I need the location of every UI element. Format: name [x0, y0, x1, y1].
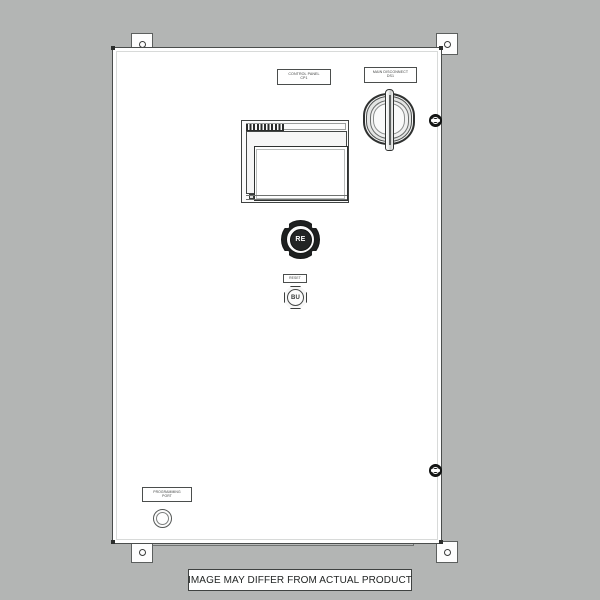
quarter-turn-latch-bottom[interactable] — [429, 464, 442, 477]
selector-notch-bottom-right — [312, 251, 321, 260]
quarter-turn-latch-top[interactable] — [429, 114, 442, 127]
nameplate-reset-line1: RESET — [289, 275, 301, 280]
product-drawing-canvas: CONTROL PANEL CP1 MAIN DISCONNECT DS1 RE… — [0, 0, 600, 600]
latch-inner-disc-icon — [432, 117, 439, 124]
datum-dot-top-left — [111, 46, 115, 50]
datum-dot-bottom-left — [111, 540, 115, 544]
disclaimer-caption-text: IMAGE MAY DIFFER FROM ACTUAL PRODUCT — [188, 574, 412, 586]
datum-dot-top-right — [439, 46, 443, 50]
programming-port-inner-ring — [156, 512, 169, 525]
selector-label: RE — [295, 236, 306, 243]
disconnect-lever-handle[interactable] — [384, 89, 394, 151]
nameplate-control-panel: CONTROL PANEL CP1 — [277, 69, 331, 85]
nameplate-main-disconnect-line2: DS1 — [386, 74, 395, 78]
datum-dot-bottom-right — [439, 540, 443, 544]
nameplate-reset: RESET — [283, 274, 307, 283]
nameplate-programming-port-line2: PORT — [162, 493, 172, 498]
hmi-touchscreen[interactable] — [241, 120, 349, 203]
programming-port[interactable] — [153, 509, 172, 528]
bracket-hole-icon — [443, 548, 451, 556]
hmi-screen[interactable] — [253, 146, 348, 201]
hmi-screen-inner-edge — [256, 148, 345, 199]
enclosure-door: CONTROL PANEL CP1 MAIN DISCONNECT DS1 RE… — [112, 47, 442, 544]
nameplate-main-disconnect: MAIN DISCONNECT DS1 — [364, 67, 417, 83]
reset-push-button[interactable]: BU — [284, 286, 307, 309]
push-button-cap[interactable]: BU — [287, 289, 304, 306]
disconnect-lever-slot — [388, 95, 391, 145]
selector-notch-bottom-left — [280, 251, 289, 260]
bracket-hole-icon — [138, 548, 146, 556]
nameplate-control-panel-line2: CP1 — [300, 76, 308, 80]
selector-cap[interactable]: RE — [289, 228, 312, 251]
selector-notch-top-right — [312, 219, 321, 228]
hmi-brand-logo-icon — [246, 123, 284, 131]
bracket-bottom-left — [131, 541, 153, 563]
bracket-bottom-right — [436, 541, 458, 563]
main-disconnect-handle[interactable] — [360, 87, 418, 153]
selector-notch-top-left — [280, 219, 289, 228]
bracket-hole-icon — [443, 40, 451, 48]
disclaimer-caption: IMAGE MAY DIFFER FROM ACTUAL PRODUCT — [188, 569, 412, 591]
nameplate-programming-port: PROGRAMMING PORT — [142, 487, 192, 502]
latch-inner-disc-icon — [432, 467, 439, 474]
hmi-base-rail — [245, 195, 347, 200]
hmi-bezel — [245, 131, 348, 201]
push-button-label: BU — [290, 294, 301, 301]
selector-switch[interactable]: RE — [280, 219, 321, 260]
